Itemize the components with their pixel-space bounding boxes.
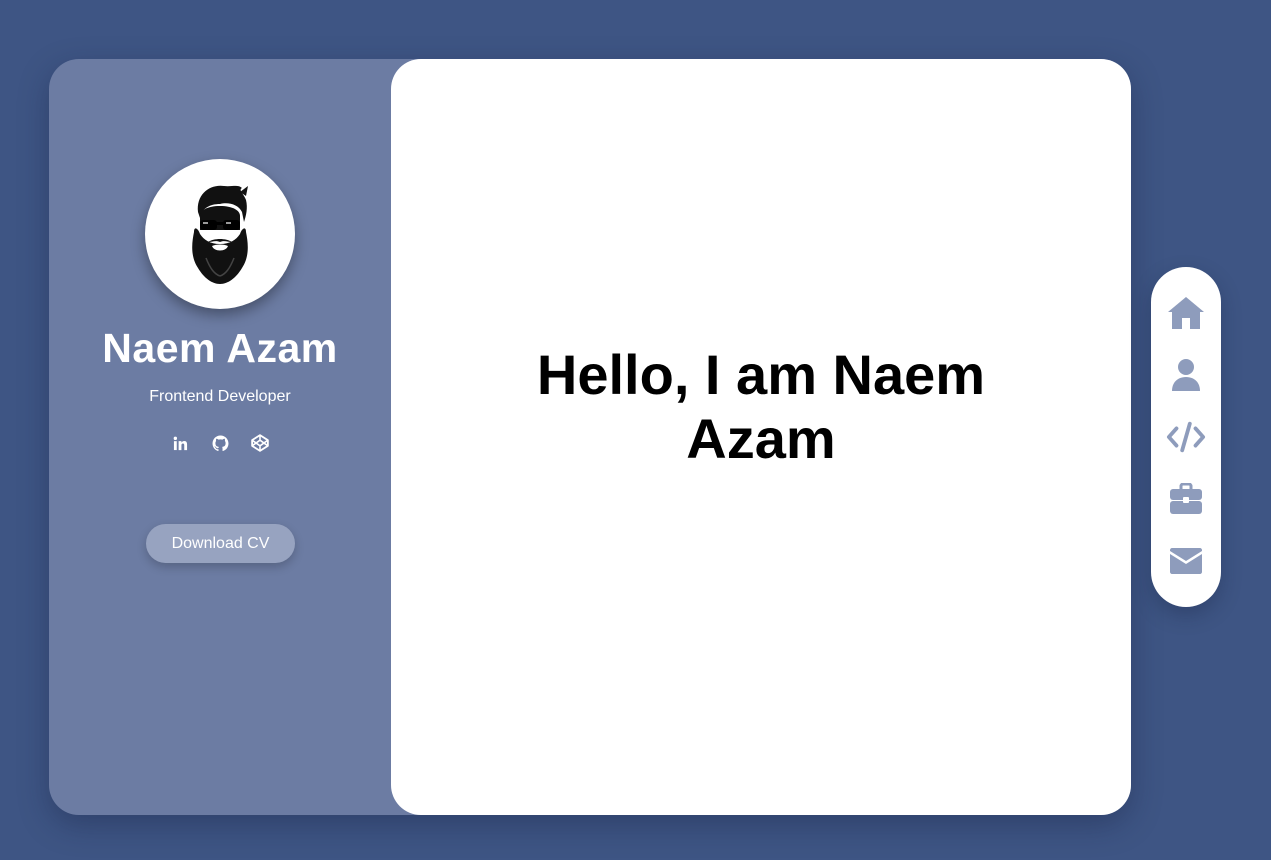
home-icon[interactable] [1166,293,1206,333]
bearded-man-icon [192,185,248,284]
main-content: Hello, I am Naem Azam [391,59,1131,815]
linkedin-icon[interactable] [171,433,189,453]
profile-role: Frontend Developer [149,388,291,405]
profile-name: Naem Azam [102,325,338,371]
side-nav [1151,267,1221,607]
code-icon[interactable] [1166,417,1206,457]
social-links [49,433,391,453]
user-icon[interactable] [1166,355,1206,395]
codepen-icon[interactable] [251,433,269,453]
portfolio-card: Naem Azam Frontend Developer Download CV… [49,59,1131,815]
envelope-icon[interactable] [1166,541,1206,581]
briefcase-icon[interactable] [1166,479,1206,519]
github-icon[interactable] [211,433,229,453]
download-cv-button[interactable]: Download CV [146,524,295,563]
profile-panel: Naem Azam Frontend Developer Download CV [49,59,391,815]
hero-heading: Hello, I am Naem Azam [536,343,986,470]
avatar [145,159,295,309]
